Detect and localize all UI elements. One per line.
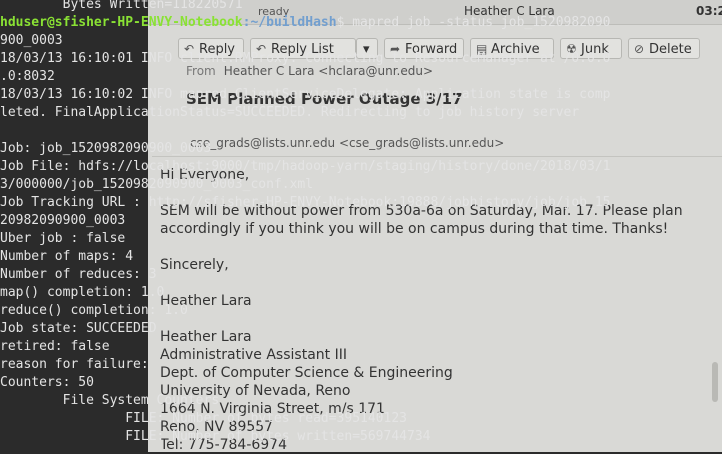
terminal-line: map() completion: 1.0 — [0, 285, 165, 300]
terminal-line: Number of maps: 4 — [0, 249, 134, 264]
terminal-line: 18/03/13 16:10:01 INFO client.RMProxy: C… — [0, 51, 611, 66]
terminal-line: File System Counters — [0, 393, 220, 408]
terminal-line: 900_0003 — [0, 33, 63, 48]
terminal-line: Job Tracking URL : http://sfisher-HP-ENV… — [0, 195, 611, 210]
terminal-line: Job File: hdfs://localhost:9000/tmp/hado… — [0, 159, 611, 174]
terminal-line: FILE: Number of bytes written=569744734 — [0, 429, 431, 444]
prompt-path: :~/buildHash — [242, 15, 337, 30]
terminal-line: 3/000000/job_1520982090900_0003_conf.xml — [0, 177, 314, 192]
terminal-line: Number of reduces: 3 — [0, 267, 157, 282]
terminal-line: leted. FinalApplicationStatus=SUCCEEDED.… — [0, 105, 580, 120]
terminal-line: .0:8032 — [0, 69, 55, 84]
command-text: $ mapred job -status job_1520982090 — [336, 15, 611, 30]
terminal-line: Uber job : false — [0, 231, 126, 246]
terminal-line: Bytes Written=118220571 — [0, 0, 243, 12]
terminal-window[interactable]: Bytes Written=118220571 hduser@sfisher-H… — [0, 0, 722, 452]
terminal-line: reason for failure: — [0, 357, 149, 372]
terminal-line: Job: job_1520982090900_0003 — [0, 141, 212, 156]
prompt-user: hduser@sfisher-HP-ENVY-Notebook — [0, 15, 243, 30]
terminal-line: 18/03/13 16:10:02 INFO mapred.ClientServ… — [0, 87, 611, 102]
terminal-line: reduce() completion: 1.0 — [0, 303, 188, 318]
terminal-line: Job state: SUCCEEDED — [0, 321, 157, 336]
terminal-line: FILE: Number of bytes read=395140123 — [0, 411, 407, 426]
terminal-line: retired: false — [0, 339, 110, 354]
terminal-line: Counters: 50 — [0, 375, 94, 390]
terminal-line: 20982090900_0003 — [0, 213, 126, 228]
command-line: hduser@sfisher-HP-ENVY-Notebook:~/buildH… — [0, 14, 611, 32]
